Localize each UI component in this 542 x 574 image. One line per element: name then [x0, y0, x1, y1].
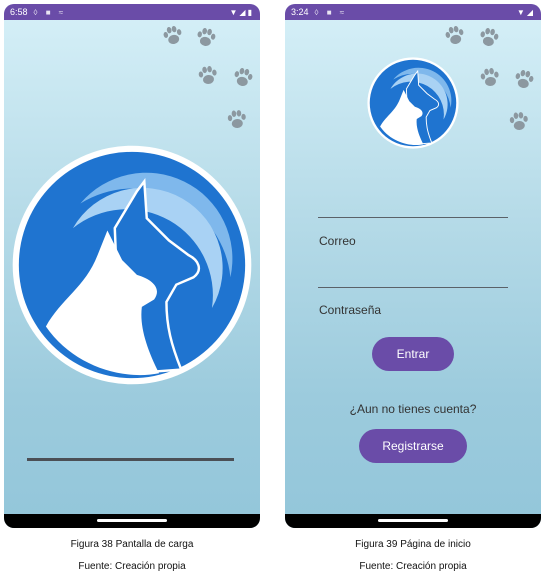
pet-logo-icon — [366, 56, 460, 150]
paw-icon — [162, 24, 184, 46]
right-figure-source: Fuente: Creación propia — [359, 561, 467, 572]
email-label: Correo — [319, 234, 356, 248]
splash-screen: 6:58 ◊ ■ ≈ ▼◢▮ — [4, 4, 260, 528]
paw-icon — [232, 66, 254, 88]
paw-icon — [479, 67, 501, 88]
right-figure-caption: Figura 39 Página de inicio — [355, 539, 471, 550]
loading-progress-bar — [27, 458, 234, 461]
paw-icon — [509, 111, 529, 131]
paw-icon — [227, 109, 247, 129]
paw-icon — [195, 26, 217, 48]
pet-logo-icon — [11, 144, 253, 386]
paw-icon — [444, 24, 466, 46]
navigation-bar — [4, 514, 260, 528]
login-screen: 3:24 ◊ ■ ≈ ▼◢ Correo Contraseña Entrar ¿… — [285, 4, 541, 528]
left-figure-caption: Figura 38 Pantalla de carga — [70, 539, 194, 550]
no-account-text: ¿Aun no tienes cuenta? — [349, 402, 477, 416]
password-field[interactable] — [318, 287, 508, 288]
paw-icon — [197, 65, 219, 86]
email-field[interactable] — [318, 217, 508, 218]
password-label: Contraseña — [319, 303, 382, 317]
navigation-bar — [285, 514, 541, 528]
left-figure-source: Fuente: Creación propia — [78, 561, 186, 572]
home-gesture-handle[interactable] — [97, 519, 167, 522]
enter-button[interactable]: Entrar — [372, 337, 454, 371]
register-button[interactable]: Registrarse — [359, 429, 467, 463]
paw-icon — [513, 68, 535, 90]
home-gesture-handle[interactable] — [378, 519, 448, 522]
paw-icon — [478, 26, 500, 48]
